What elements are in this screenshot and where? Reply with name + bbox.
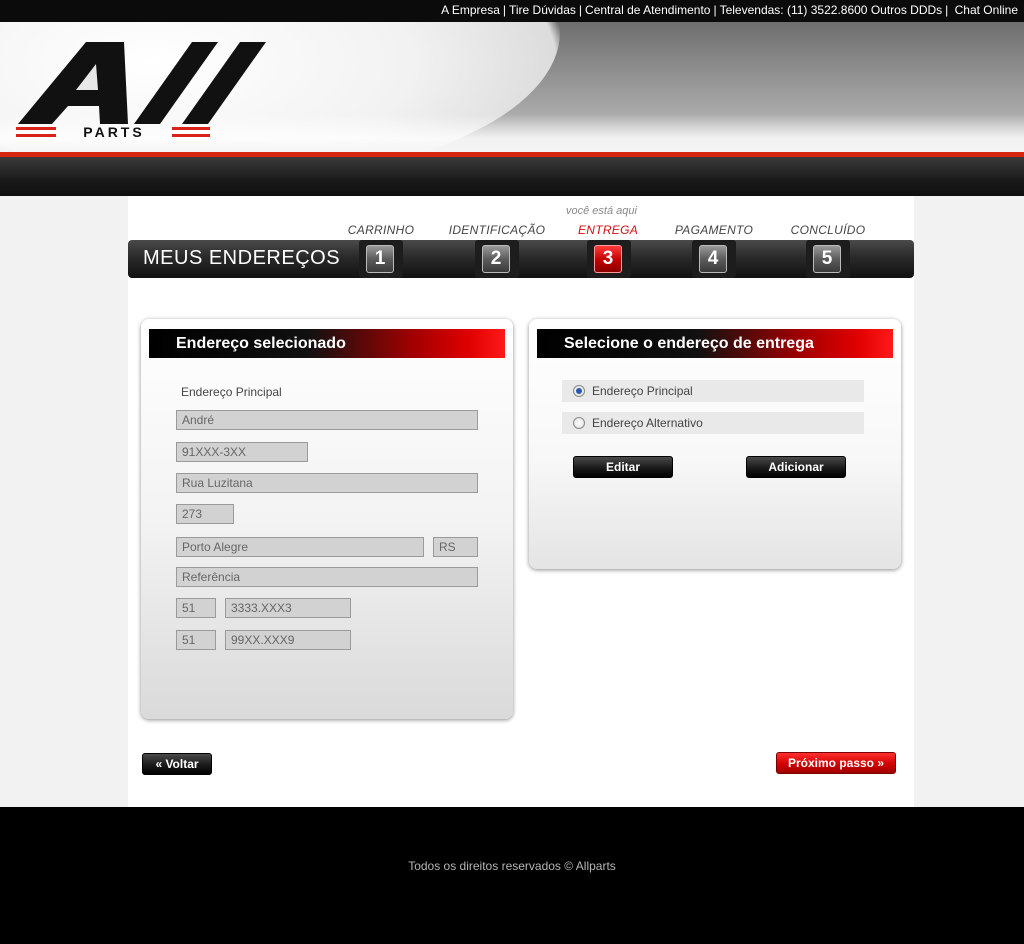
you-are-here-label: você está aqui xyxy=(566,205,637,217)
state-field[interactable]: RS xyxy=(433,537,478,557)
step-3: 3 xyxy=(587,240,631,278)
phone2-ddd-field[interactable]: 51 xyxy=(176,630,216,650)
street-field[interactable]: Rua Luzitana xyxy=(176,473,478,493)
step-4: 4 xyxy=(692,240,736,278)
reference-field[interactable]: Referência xyxy=(176,567,478,587)
top-links: A Empresa | Tire Dúvidas | Central de Atendi… xyxy=(441,3,1018,17)
link-chat-online[interactable]: Chat Online xyxy=(955,3,1018,17)
phone1-ddd-field[interactable]: 51 xyxy=(176,598,216,618)
site-header: PARTS xyxy=(0,22,1024,196)
next-step-button[interactable]: Próximo passo » xyxy=(776,752,896,774)
city-field[interactable]: Porto Alegre xyxy=(176,537,424,557)
separator: | xyxy=(945,3,949,17)
allparts-logo[interactable]: PARTS xyxy=(16,38,276,138)
radio-selected-icon[interactable] xyxy=(573,385,585,397)
logo-sub-text: PARTS xyxy=(83,124,144,138)
step-number: 1 xyxy=(366,245,394,273)
step-label-pagamento: PAGAMENTO xyxy=(674,223,754,237)
copyright-text: Todos os direitos reservados © Allparts xyxy=(408,859,616,873)
step-1: 1 xyxy=(359,240,403,278)
option-endereco-principal[interactable]: Endereço Principal xyxy=(562,380,864,402)
cep-field[interactable]: 91XXX-3XX xyxy=(176,442,308,462)
number-field[interactable]: 273 xyxy=(176,504,234,524)
phone2-field[interactable]: 99XX.XXX9 xyxy=(225,630,351,650)
link-central-atendimento[interactable]: Central de Atendimento xyxy=(585,3,710,17)
separator: | xyxy=(578,3,583,17)
top-bar: A Empresa | Tire Dúvidas | Central de Atendi… xyxy=(0,0,1024,22)
phone1-field[interactable]: 3333.XXX3 xyxy=(225,598,351,618)
step-label-entrega: ENTREGA xyxy=(577,223,639,237)
edit-button[interactable]: Editar xyxy=(573,456,673,478)
option-label: Endereço Principal xyxy=(592,384,693,398)
separator: | xyxy=(502,3,506,17)
step-number: 5 xyxy=(813,245,841,273)
separator: | xyxy=(713,3,717,17)
step-5: 5 xyxy=(806,240,850,278)
steps-bar: MEUS ENDEREÇOS xyxy=(128,240,914,278)
back-button[interactable]: « Voltar xyxy=(142,753,212,775)
delivery-address-header: Selecione o endereço de entrega xyxy=(537,329,893,358)
address-type-label: Endereço Principal xyxy=(181,385,282,399)
step-number: 3 xyxy=(594,245,622,273)
step-number: 4 xyxy=(699,245,727,273)
header-dark-band xyxy=(0,157,1024,196)
link-televendas: Televendas: (11) 3522.8600 Outros DDDs xyxy=(719,3,943,17)
step-2: 2 xyxy=(475,240,519,278)
step-label-identificacao: IDENTIFICAÇÃO xyxy=(448,223,546,237)
link-tire-duvidas[interactable]: Tire Dúvidas xyxy=(509,3,576,17)
add-button[interactable]: Adicionar xyxy=(746,456,846,478)
option-endereco-alternativo[interactable]: Endereço Alternativo xyxy=(562,412,864,434)
site-footer: Todos os direitos reservados © Allparts xyxy=(0,807,1024,944)
page-title: MEUS ENDEREÇOS xyxy=(143,247,341,269)
name-field[interactable]: André xyxy=(176,410,478,430)
option-label: Endereço Alternativo xyxy=(592,416,703,430)
delivery-address-card: Selecione o endereço de entrega xyxy=(529,319,901,569)
selected-address-header: Endereço selecionado xyxy=(149,329,505,358)
link-a-empresa[interactable]: A Empresa xyxy=(441,3,500,17)
step-label-carrinho: CARRINHO xyxy=(347,223,415,237)
step-number: 2 xyxy=(482,245,510,273)
radio-unselected-icon[interactable] xyxy=(573,417,585,429)
step-label-concluido: CONCLUÍDO xyxy=(790,223,866,237)
